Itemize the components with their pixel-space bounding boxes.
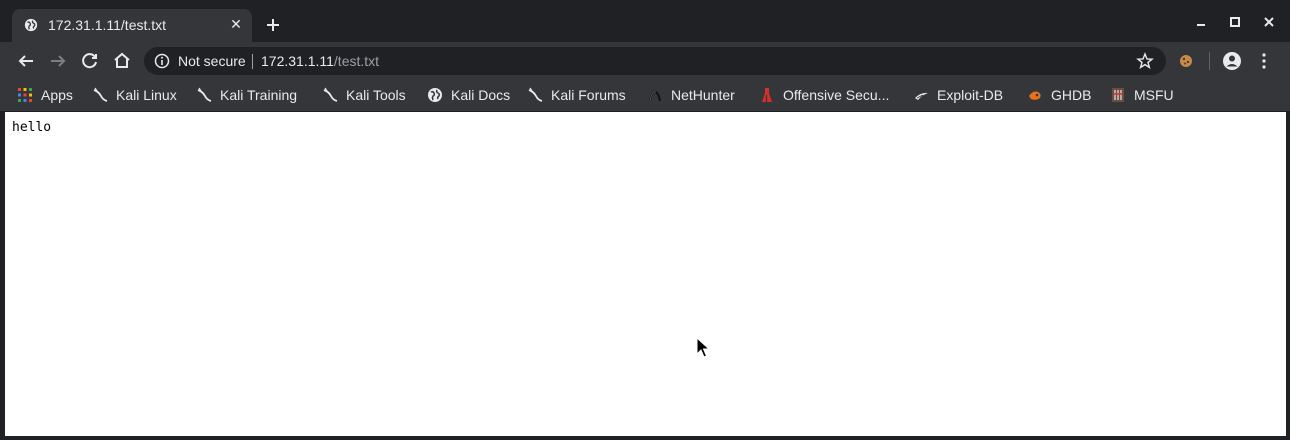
active-tab[interactable]: 172.31.1.11/test.txt ✕ bbox=[12, 9, 252, 42]
bookmarks-bar: Apps Kali Linux Kali Training Kali Tools… bbox=[0, 80, 1290, 111]
globe-icon bbox=[24, 18, 38, 32]
kali-dragon-icon bbox=[528, 87, 543, 102]
bookmark-label: Kali Forums bbox=[551, 87, 626, 103]
bookmark-label: Apps bbox=[41, 87, 73, 103]
bookmark-kali-linux[interactable]: Kali Linux bbox=[92, 84, 177, 106]
maximize-icon[interactable] bbox=[1225, 12, 1245, 32]
nethunter-icon bbox=[649, 90, 661, 102]
bookmark-label: Exploit-DB bbox=[937, 87, 1004, 103]
msfu-icon bbox=[1112, 88, 1124, 102]
kali-dragon-icon bbox=[197, 87, 212, 102]
profile-avatar-icon[interactable] bbox=[1221, 50, 1243, 72]
new-tab-icon[interactable] bbox=[262, 14, 284, 36]
security-status[interactable]: Not secure bbox=[178, 53, 246, 69]
url-host: 172.31.1.11 bbox=[261, 53, 334, 69]
cookie-extension-icon[interactable] bbox=[1175, 50, 1197, 72]
bookmark-label: Kali Tools bbox=[346, 87, 406, 103]
back-icon[interactable] bbox=[15, 50, 37, 72]
tab-title: 172.31.1.11/test.txt bbox=[48, 17, 167, 33]
info-icon[interactable] bbox=[154, 53, 170, 69]
navigation-toolbar: Not secure 172.31.1.11/test.txt bbox=[0, 42, 1290, 80]
toolbar-divider bbox=[1209, 52, 1210, 70]
bookmark-kali-forums[interactable]: Kali Forums bbox=[527, 84, 626, 106]
bookmark-label: NetHunter bbox=[671, 87, 735, 103]
exploitdb-icon bbox=[915, 92, 928, 100]
bookmark-offensive-security[interactable]: Offensive Secu... bbox=[759, 84, 889, 106]
globe-icon bbox=[428, 88, 442, 102]
bookmark-label: Offensive Secu... bbox=[783, 87, 890, 103]
url-path: /test.txt bbox=[333, 53, 380, 69]
close-window-icon[interactable] bbox=[1259, 12, 1279, 32]
kali-dragon-icon bbox=[93, 87, 108, 102]
tab-strip: 172.31.1.11/test.txt ✕ bbox=[0, 0, 1290, 42]
ghdb-icon bbox=[1029, 91, 1041, 100]
omnibox-separator bbox=[252, 54, 253, 69]
close-tab-icon[interactable]: ✕ bbox=[228, 16, 244, 32]
home-icon[interactable] bbox=[111, 50, 133, 72]
apps-grid-icon bbox=[18, 88, 32, 102]
mouse-cursor-icon bbox=[696, 337, 710, 358]
menu-kebab-icon[interactable] bbox=[1253, 50, 1275, 72]
bookmark-label: Kali Linux bbox=[116, 87, 177, 103]
bookmark-apps[interactable]: Apps bbox=[17, 84, 73, 106]
forward-icon[interactable] bbox=[47, 50, 69, 72]
bookmark-label: GHDB bbox=[1051, 87, 1092, 103]
bookmark-star-icon[interactable] bbox=[1136, 52, 1154, 70]
minimize-icon[interactable] bbox=[1191, 12, 1211, 32]
bookmark-nethunter[interactable]: NetHunter bbox=[647, 84, 735, 106]
bookmark-exploit-db[interactable]: Exploit-DB bbox=[913, 84, 1003, 106]
page-content: hello bbox=[5, 112, 1286, 436]
plain-text-body: hello bbox=[12, 120, 52, 135]
bookmark-kali-docs[interactable]: Kali Docs bbox=[427, 84, 510, 106]
bookmark-ghdb[interactable]: GHDB bbox=[1027, 84, 1091, 106]
bookmark-label: MSFU bbox=[1134, 87, 1174, 103]
reload-icon[interactable] bbox=[79, 50, 101, 72]
kali-dragon-icon bbox=[323, 87, 338, 102]
url-text[interactable]: 172.31.1.11/test.txt bbox=[261, 53, 379, 69]
browser-window: 172.31.1.11/test.txt ✕ Not secure 172.31… bbox=[0, 0, 1290, 440]
offsec-icon bbox=[762, 88, 772, 102]
bookmark-label: Kali Training bbox=[220, 87, 298, 103]
bookmark-label: Kali Docs bbox=[451, 87, 511, 103]
address-bar[interactable]: Not secure 172.31.1.11/test.txt bbox=[144, 47, 1166, 75]
bookmark-kali-training[interactable]: Kali Training bbox=[196, 84, 297, 106]
bookmark-kali-tools[interactable]: Kali Tools bbox=[322, 84, 406, 106]
bookmark-msfu[interactable]: MSFU bbox=[1110, 84, 1174, 106]
